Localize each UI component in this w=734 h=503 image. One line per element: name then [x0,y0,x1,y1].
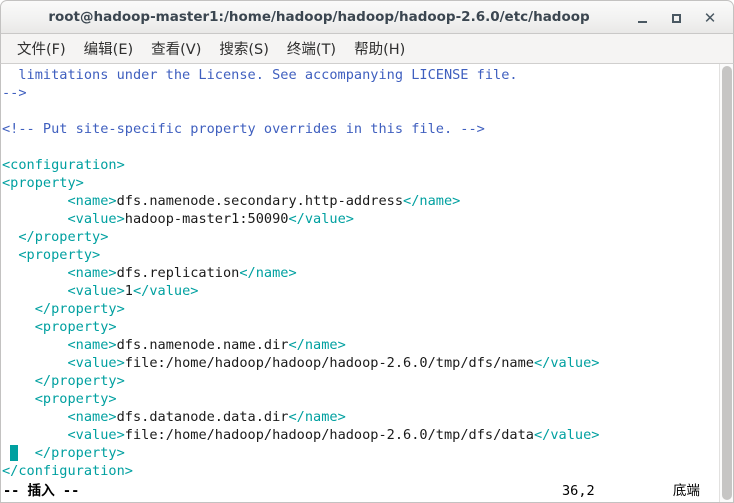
menu-item-search[interactable]: 搜索(S) [210,36,278,61]
status-bar: -- 插入 -- 36,2 底端 [2,482,704,501]
editor-line: <value>hadoop-master1:50090</value> [67,211,354,227]
menu-bar: 文件(F) 编辑(E) 查看(V) 搜索(S) 终端(T) 帮助(H) [0,34,734,64]
minimize-icon [637,20,647,23]
scrollbar-thumb[interactable] [722,66,732,500]
window-title: root@hadoop-master1:/home/hadoop/hadoop/… [48,9,590,25]
editor-mode-indicator: -- 插入 -- [3,483,80,499]
editor-line: <name>dfs.namenode.secondary.http-addres… [67,193,461,209]
minimize-button[interactable] [629,5,655,31]
maximize-icon [671,13,681,23]
editor-line: <name>dfs.datanode.data.dir</name> [67,409,346,425]
menu-item-view[interactable]: 查看(V) [142,36,210,61]
editor-line: <name>dfs.replication</name> [67,265,297,281]
close-icon: ✕ [703,8,717,27]
editor-line: <!-- Put site-specific property override… [2,121,485,137]
menu-item-terminal[interactable]: 终端(T) [278,36,345,61]
editor-line: <property> [34,319,117,335]
editor-line: --> [2,85,27,101]
editor-line: <name>dfs.namenode.name.dir</name> [67,337,346,353]
editor-line: </property> [2,444,719,462]
editor-line: <property> [18,247,101,263]
vertical-scrollbar[interactable] [719,64,733,502]
title-bar: root@hadoop-master1:/home/hadoop/hadoop/… [0,0,734,34]
close-button[interactable]: ✕ [697,5,723,31]
editor-line: limitations under the License. See accom… [2,67,518,83]
editor-line: </property> [18,229,109,245]
cursor-position-indicator: 36,2 [562,483,595,499]
editor-line: </property> [34,373,125,389]
editor-line: <property> [2,175,84,191]
file-location-indicator: 底端 [672,483,700,499]
terminal-area: limitations under the License. See accom… [0,64,734,503]
editor-text: limitations under the License. See accom… [2,66,719,480]
editor-line: <value>file:/home/hadoop/hadoop/hadoop-2… [67,427,600,443]
editor-line: </property> [34,301,125,317]
editor-line: <property> [34,391,117,407]
menu-item-help[interactable]: 帮助(H) [345,36,414,61]
editor-line: </configuration> [2,463,133,479]
vim-editor[interactable]: limitations under the License. See accom… [1,64,719,502]
editor-line: <value>file:/home/hadoop/hadoop/hadoop-2… [67,355,600,371]
maximize-button[interactable] [663,5,689,31]
menu-item-file[interactable]: 文件(F) [8,36,75,61]
menu-item-edit[interactable]: 编辑(E) [75,36,142,61]
editor-line: <value>1</value> [67,283,199,299]
terminal-window: root@hadoop-master1:/home/hadoop/hadoop/… [0,0,734,503]
editor-line: <configuration> [2,157,125,173]
